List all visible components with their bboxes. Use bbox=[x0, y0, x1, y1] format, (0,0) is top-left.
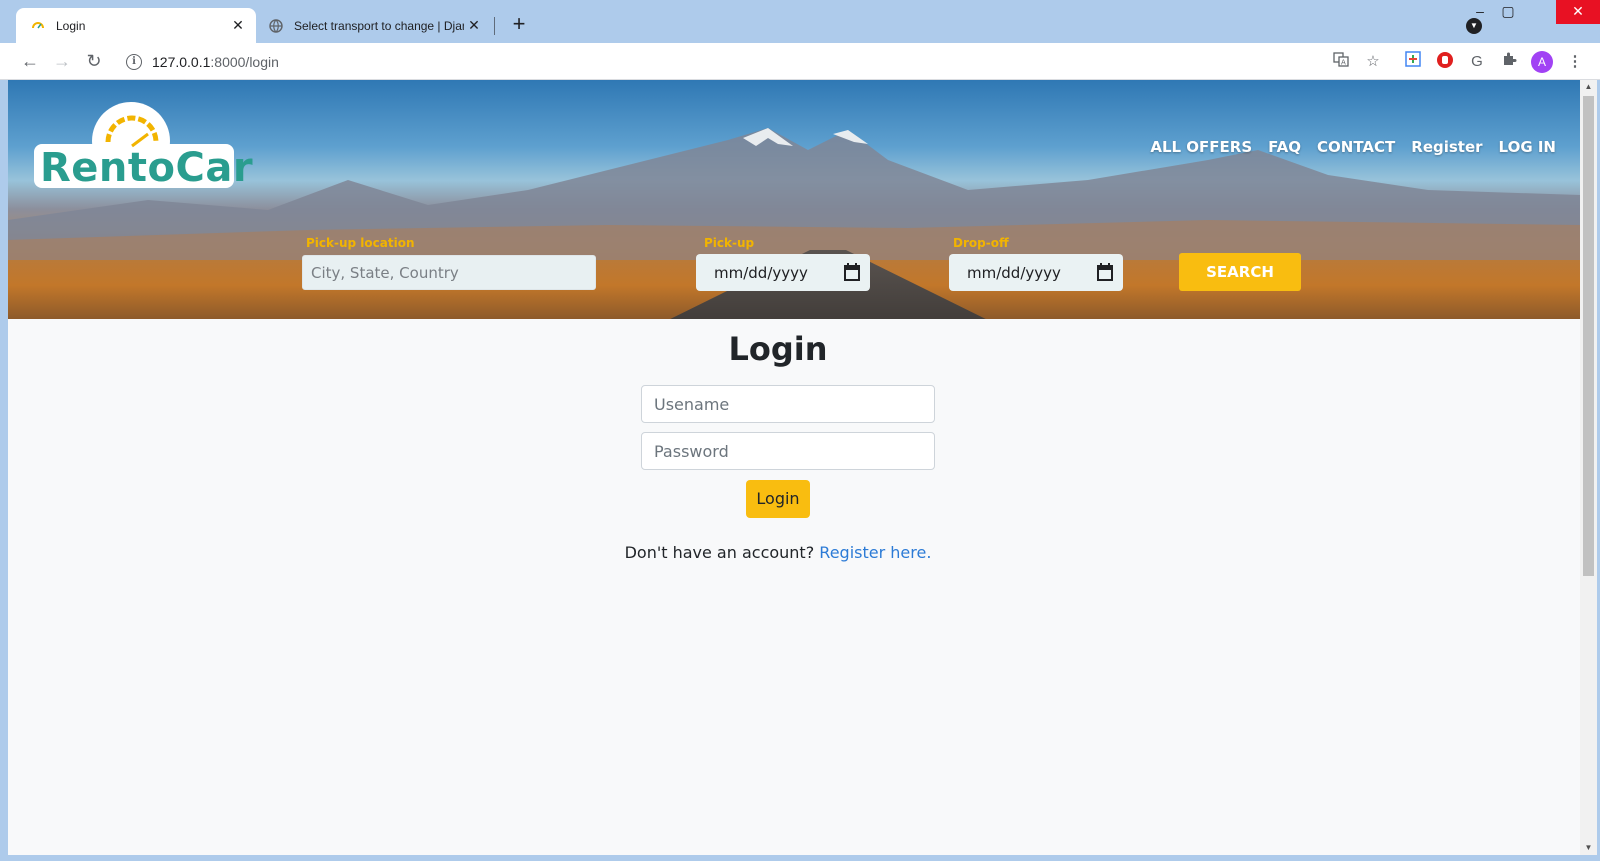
browser-toolbar: ← → ↻ i 127.0.0.1:8000/login A ☆ G A ⋮ bbox=[0, 43, 1600, 80]
pickup-location-label: Pick-up location bbox=[306, 236, 415, 250]
tab-title: Select transport to change | Djan bbox=[294, 18, 464, 33]
tab-title: Login bbox=[56, 18, 86, 33]
scrollbar-thumb[interactable] bbox=[1583, 96, 1594, 576]
scroll-down-arrow-icon[interactable]: ▼ bbox=[1580, 841, 1597, 855]
maximize-icon[interactable]: ▢ bbox=[1486, 0, 1530, 24]
dropoff-date-value: mm/dd/yyyy bbox=[967, 263, 1061, 282]
nav-contact[interactable]: CONTACT bbox=[1317, 138, 1395, 156]
tab-strip: Login ✕ Select transport to change | Dja… bbox=[0, 0, 1600, 43]
window-bottom-border bbox=[0, 855, 1600, 861]
menu-kebab-icon[interactable]: ⋮ bbox=[1564, 51, 1586, 73]
globe-icon bbox=[268, 18, 284, 34]
extension-c-icon[interactable]: G bbox=[1466, 51, 1488, 73]
page-title: Login bbox=[728, 330, 828, 368]
register-prompt: Don't have an account? Register here. bbox=[8, 543, 1548, 562]
close-window-icon[interactable]: ✕ bbox=[1556, 0, 1600, 24]
rentocar-favicon-icon bbox=[30, 18, 46, 34]
profile-avatar[interactable]: A bbox=[1531, 51, 1553, 73]
forward-arrow-icon[interactable]: → bbox=[50, 50, 74, 74]
pickup-date-input[interactable]: mm/dd/yyyy bbox=[696, 254, 870, 291]
nav-faq[interactable]: FAQ bbox=[1268, 138, 1301, 156]
page-viewport: RentoCar ALL OFFERS FAQ CONTACT Register… bbox=[8, 80, 1580, 855]
tab-separator bbox=[494, 17, 495, 35]
nav-log-in[interactable]: LOG IN bbox=[1499, 138, 1556, 156]
translate-icon[interactable]: A bbox=[1330, 51, 1352, 73]
adblock-icon[interactable] bbox=[1434, 51, 1456, 73]
rentocar-logo[interactable]: RentoCar bbox=[34, 102, 253, 190]
bookmark-star-icon[interactable]: ☆ bbox=[1362, 51, 1384, 73]
page-scrollbar[interactable]: ▲ ▼ bbox=[1580, 80, 1597, 855]
calendar-icon[interactable] bbox=[1097, 263, 1113, 281]
svg-text:A: A bbox=[1341, 59, 1346, 67]
close-tab-icon[interactable]: ✕ bbox=[464, 17, 484, 34]
scroll-up-arrow-icon[interactable]: ▲ bbox=[1580, 80, 1597, 94]
close-tab-icon[interactable]: ✕ bbox=[228, 17, 248, 34]
hero-banner: RentoCar ALL OFFERS FAQ CONTACT Register… bbox=[8, 80, 1580, 319]
site-info-icon[interactable]: i bbox=[126, 54, 142, 70]
nav-all-offers[interactable]: ALL OFFERS bbox=[1150, 138, 1252, 156]
back-arrow-icon[interactable]: ← bbox=[18, 50, 42, 74]
dropoff-date-input[interactable]: mm/dd/yyyy bbox=[949, 254, 1123, 291]
register-link[interactable]: Register here. bbox=[819, 543, 931, 562]
extension-plus-icon[interactable] bbox=[1402, 51, 1424, 73]
nav-register[interactable]: Register bbox=[1411, 138, 1482, 156]
reload-icon[interactable]: ↻ bbox=[82, 50, 106, 74]
pickup-date-label: Pick-up bbox=[704, 236, 755, 250]
main-nav: ALL OFFERS FAQ CONTACT Register LOG IN bbox=[1150, 138, 1556, 156]
new-tab-plus-icon[interactable]: + bbox=[506, 12, 532, 38]
extensions-puzzle-icon[interactable] bbox=[1498, 51, 1520, 73]
no-account-text: Don't have an account? bbox=[624, 543, 815, 562]
password-input[interactable] bbox=[641, 432, 935, 470]
dropoff-date-label: Drop-off bbox=[953, 236, 1009, 250]
username-input[interactable] bbox=[641, 385, 935, 423]
tab-login[interactable]: Login ✕ bbox=[16, 8, 256, 43]
address-bar[interactable]: i 127.0.0.1:8000/login bbox=[116, 47, 1390, 77]
search-button[interactable]: SEARCH bbox=[1179, 253, 1301, 291]
url-text: 127.0.0.1:8000/login bbox=[152, 54, 279, 70]
logo-wordmark: RentoCar bbox=[40, 145, 254, 191]
login-button[interactable]: Login bbox=[746, 480, 810, 518]
pickup-date-value: mm/dd/yyyy bbox=[714, 263, 808, 282]
calendar-icon[interactable] bbox=[844, 263, 860, 281]
tab-django-admin[interactable]: Select transport to change | Djan ✕ bbox=[262, 8, 492, 43]
pickup-location-input[interactable] bbox=[302, 255, 596, 290]
